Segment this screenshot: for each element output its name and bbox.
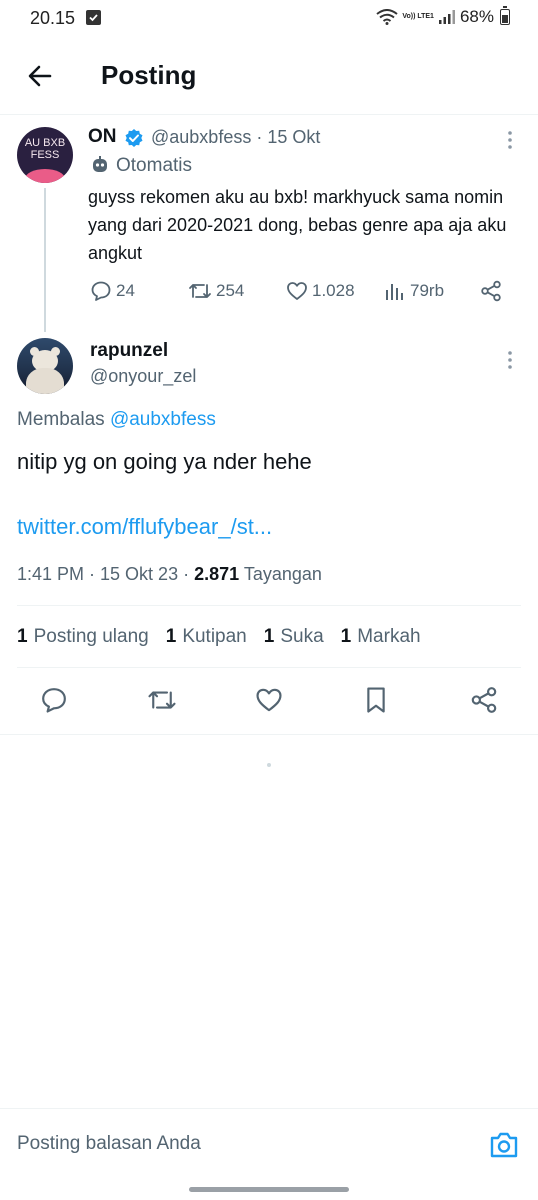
robot-icon — [93, 156, 107, 172]
reply-button[interactable]: 24 — [90, 280, 135, 302]
tweet-action-bar: 24 254 1.028 79rb — [0, 280, 538, 308]
author-name[interactable]: ON — [88, 126, 117, 148]
replying-to: Membalas @aubxbfess — [17, 409, 216, 431]
author-name[interactable]: rapunzel — [90, 340, 168, 362]
tweet-text: guyss rekomen aku au bxb! markhyuck sama… — [88, 187, 507, 263]
repost-button[interactable]: 254 — [188, 280, 244, 302]
thread-connector-line — [44, 188, 46, 332]
verified-badge-icon — [125, 129, 143, 147]
share-icon[interactable] — [470, 686, 498, 714]
gesture-navigation-bar[interactable] — [189, 1187, 349, 1192]
replying-to-prefix: Membalas — [17, 409, 105, 430]
battery-icon — [500, 6, 510, 25]
header-divider — [0, 114, 538, 115]
meta-divider — [17, 605, 521, 606]
signal-icon — [438, 10, 455, 24]
repost-icon[interactable] — [147, 686, 177, 714]
page-title: Posting — [101, 60, 197, 90]
loading-indicator — [267, 763, 271, 767]
more-options-icon[interactable] — [506, 130, 514, 150]
stat-likes[interactable]: 1 Suka — [264, 626, 324, 648]
like-button[interactable]: 1.028 — [286, 280, 355, 302]
reply-count: 24 — [116, 281, 135, 300]
automated-label: Otomatis — [116, 155, 193, 176]
tweet-link[interactable]: twitter.com/fflufybear_/st... — [17, 514, 272, 540]
camera-icon[interactable] — [488, 1131, 520, 1159]
back-arrow-icon[interactable] — [24, 60, 56, 92]
heart-icon — [287, 282, 307, 300]
stats-divider — [17, 667, 521, 668]
lte-indicator: Vo)) LTE1 — [402, 13, 434, 20]
avatar-decoration — [25, 169, 65, 183]
tweet-timestamp-views: 1:41 PM · 15 Okt 23 · 2.871 Tayangan — [17, 564, 322, 585]
reply-compose-bar: Posting balasan Anda — [0, 1108, 538, 1180]
views-count: 79rb — [410, 281, 445, 300]
like-count: 1.028 — [312, 281, 355, 300]
battery-percent: 68% — [459, 7, 494, 26]
tweet-action-bar — [0, 686, 538, 720]
status-bar: 20.15 Vo)) LTE1 68% — [0, 0, 538, 36]
share-icon[interactable] — [480, 280, 502, 302]
avatar[interactable]: AU BXB FESS — [17, 127, 73, 183]
avatar[interactable] — [17, 338, 73, 394]
wifi-icon — [376, 9, 398, 25]
repost-count: 254 — [216, 281, 245, 300]
repost-icon — [189, 284, 211, 298]
more-options-icon[interactable] — [506, 350, 514, 370]
stat-bookmarks[interactable]: 1 Markah — [341, 626, 421, 648]
views-button[interactable]: 79rb — [384, 280, 444, 302]
heart-icon[interactable] — [255, 686, 283, 714]
author-handle[interactable]: @onyour_zel — [90, 366, 196, 387]
engagement-stats: 1 Posting ulang 1 Kutipan 1 Suka 1 Markah — [17, 626, 438, 648]
views-count: 2.871 — [194, 564, 240, 584]
views-chart-icon — [386, 284, 403, 300]
tweet-text: nitip yg on going ya nder hehe — [17, 449, 312, 474]
timestamp[interactable]: 1:41 PM · 15 Okt 23 · — [17, 564, 189, 584]
views-label: Tayangan — [243, 564, 322, 584]
replying-to-handle-link[interactable]: @aubxbfess — [110, 409, 216, 430]
status-time: 20.15 — [30, 8, 76, 28]
bookmark-icon[interactable] — [363, 686, 389, 714]
status-icons: Vo)) LTE1 68% — [376, 6, 510, 27]
stat-quotes[interactable]: 1 Kutipan — [166, 626, 247, 648]
stat-reposts[interactable]: 1 Posting ulang — [17, 626, 149, 648]
reply-icon[interactable] — [40, 686, 68, 714]
avatar-logo-text: AU BXB FESS — [24, 137, 66, 161]
notification-check-icon — [86, 10, 101, 25]
reply-icon — [91, 281, 111, 301]
top-app-bar: Posting — [0, 50, 538, 106]
reply-input[interactable]: Posting balasan Anda — [17, 1133, 201, 1155]
author-handle-date[interactable]: @aubxbfess · 15 Okt — [151, 127, 320, 148]
actions-divider — [0, 734, 538, 735]
